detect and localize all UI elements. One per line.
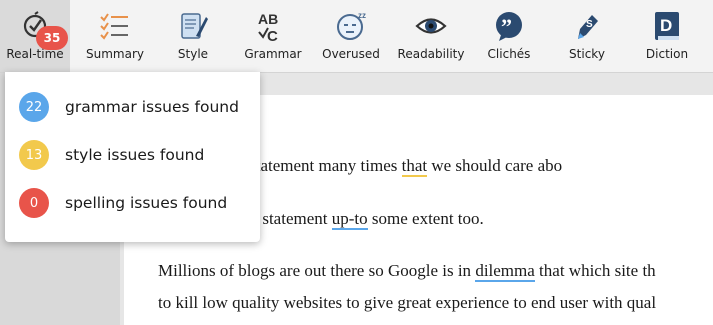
doc-line-1-text-b: we should care abo <box>427 156 563 175</box>
cliches-quote-bubble-icon: ” <box>492 9 526 43</box>
grammar-issue-highlight[interactable]: dilemma <box>475 261 535 282</box>
style-label: Style <box>177 47 209 61</box>
style-issue-highlight[interactable]: that <box>401 156 428 177</box>
svg-text:C: C <box>267 28 278 43</box>
grammar-count-badge: 22 <box>19 92 49 122</box>
toolbar: Real-time 35 Summary Style AB C Grammar … <box>0 0 713 73</box>
svg-text:”: ” <box>501 14 512 39</box>
diction-button[interactable]: D Diction <box>632 0 702 72</box>
diction-book-icon: D <box>650 9 684 43</box>
style-issues-text: style issues found <box>65 146 205 164</box>
readability-label: Readability <box>397 47 465 61</box>
grammar-issues-text: grammar issues found <box>65 98 239 116</box>
style-button[interactable]: Style <box>160 0 226 72</box>
style-scroll-quill-icon <box>176 9 210 43</box>
doc-line-4: to kill low quality websites to give gre… <box>158 293 656 313</box>
style-count-badge: 13 <box>19 140 49 170</box>
sticky-label: Sticky <box>569 47 605 61</box>
grammar-button[interactable]: AB C Grammar <box>238 0 308 72</box>
summary-checklist-icon <box>98 9 132 43</box>
sticky-button[interactable]: S Sticky <box>554 0 620 72</box>
style-issues-row[interactable]: 13 style issues found <box>19 140 204 170</box>
doc-line-3-text-b: that which site th <box>534 261 656 280</box>
grammar-issues-row[interactable]: 22 grammar issues found <box>19 92 239 122</box>
grammar-label: Grammar <box>244 47 302 61</box>
diction-label: Diction <box>645 47 689 61</box>
spelling-issues-text: spelling issues found <box>65 194 228 212</box>
doc-line-4-text: to kill low quality websites to give gre… <box>158 293 657 312</box>
readability-eye-icon <box>414 9 448 43</box>
svg-text:zz: zz <box>358 11 366 20</box>
doc-line-3-text-a: Millions of blogs are out there so Googl… <box>158 261 476 280</box>
cliches-label: Clichés <box>487 47 531 61</box>
overused-label: Overused <box>322 47 380 61</box>
realtime-issue-badge: 35 <box>36 26 68 50</box>
sticky-pen-icon: S <box>570 9 604 43</box>
spelling-issues-row[interactable]: 0 spelling issues found <box>19 188 227 218</box>
doc-line-2-text-b: some extent too. <box>367 209 484 228</box>
summary-label: Summary <box>86 47 144 61</box>
svg-text:AB: AB <box>258 11 278 27</box>
overused-button[interactable]: zz Overused <box>318 0 384 72</box>
summary-button[interactable]: Summary <box>80 0 150 72</box>
svg-text:D: D <box>660 16 672 35</box>
doc-line-3: Millions of blogs are out there so Googl… <box>158 261 656 282</box>
spelling-count-badge: 0 <box>19 188 49 218</box>
grammar-issue-highlight[interactable]: up-to <box>331 209 368 230</box>
readability-button[interactable]: Readability <box>396 0 466 72</box>
realtime-issues-popup: 22 grammar issues found 13 style issues … <box>5 72 260 242</box>
overused-sleepy-face-icon: zz <box>334 9 368 43</box>
svg-text:S: S <box>586 19 593 30</box>
grammar-abc-icon: AB C <box>256 9 290 45</box>
realtime-button[interactable]: Real-time 35 <box>0 0 70 72</box>
cliches-button[interactable]: ” Clichés <box>476 0 542 72</box>
